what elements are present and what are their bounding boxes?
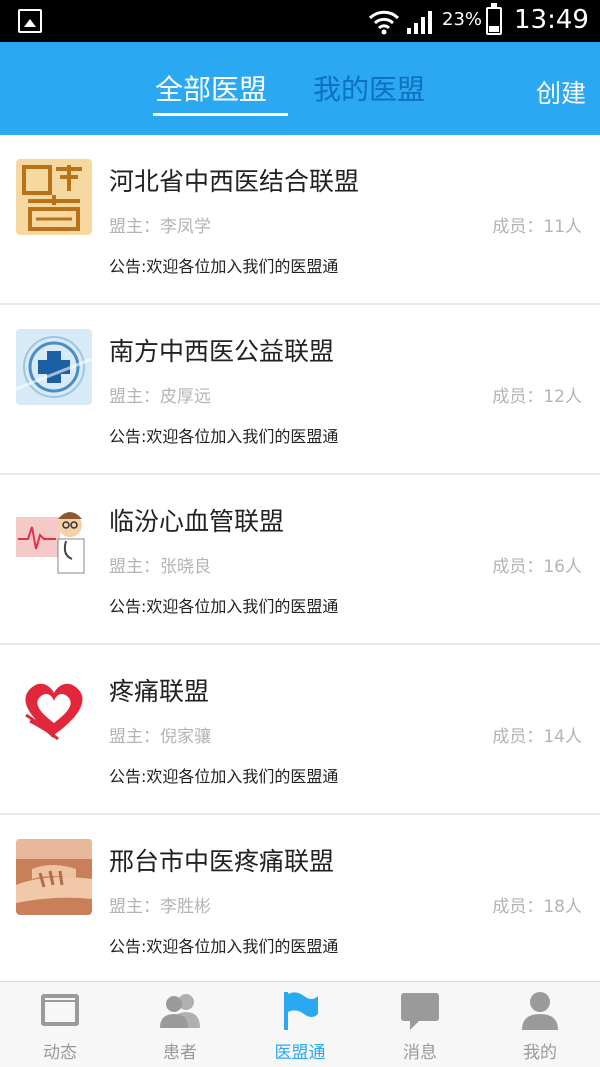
nav-label: 我的 [523, 1043, 557, 1063]
tab-my-alliances[interactable]: 我的医盟 [313, 68, 425, 108]
alliance-members: 成员：16人 [492, 557, 582, 577]
alliance-owner: 盟主：倪家骧 [109, 727, 211, 747]
alliance-notice: 公告:欢迎各位加入我们的医盟通 [109, 767, 339, 786]
nav-label: 患者 [163, 1043, 197, 1063]
list-item[interactable]: 疼痛联盟 盟主：倪家骧 成员：14人 公告:欢迎各位加入我们的医盟通 [0, 645, 600, 815]
clock: 13:49 [514, 5, 589, 35]
alliance-notice: 公告:欢迎各位加入我们的医盟通 [109, 257, 339, 276]
alliance-members: 成员：12人 [492, 387, 582, 407]
status-bar: 23% 13:49 [0, 0, 600, 42]
list-item[interactable]: 邢台市中医疼痛联盟 盟主：李胜彬 成员：18人 公告:欢迎各位加入我们的医盟通 [0, 815, 600, 985]
alliance-notice: 公告:欢迎各位加入我们的医盟通 [109, 597, 339, 616]
alliance-name: 河北省中西医结合联盟 [109, 167, 360, 196]
nav-item-feed[interactable]: 动态 [0, 982, 120, 1067]
nav-item-alliance[interactable]: 医盟通 [240, 982, 360, 1067]
alliance-owner: 盟主：李胜彬 [109, 897, 211, 917]
tab-all-alliances[interactable]: 全部医盟 [155, 68, 267, 108]
battery-icon [486, 3, 502, 35]
alliance-notice: 公告:欢迎各位加入我们的医盟通 [109, 427, 339, 446]
alliance-list: 河北省中西医结合联盟 盟主：李凤学 成员：11人 公告:欢迎各位加入我们的医盟通… [0, 135, 600, 985]
flag-icon [284, 992, 318, 1030]
signal-icon [407, 11, 432, 34]
alliance-name: 临汾心血管联盟 [109, 507, 285, 536]
nav-item-patients[interactable]: 患者 [120, 982, 240, 1067]
pulse-diagnosis-icon [16, 839, 92, 915]
list-item[interactable]: 临汾心血管联盟 盟主：张晓良 成员：16人 公告:欢迎各位加入我们的医盟通 [0, 475, 600, 645]
profile-icon [522, 992, 558, 1030]
alliance-owner: 盟主：张晓良 [109, 557, 211, 577]
gallery-notification-icon [18, 9, 42, 33]
heart-hands-icon [16, 669, 92, 745]
message-icon [401, 993, 439, 1030]
wifi-icon [368, 10, 400, 35]
nav-label: 医盟通 [274, 1043, 326, 1063]
bottom-nav: 动态 患者 医盟通 消息 我的 [0, 981, 600, 1067]
list-item[interactable]: 河北省中西医结合联盟 盟主：李凤学 成员：11人 公告:欢迎各位加入我们的医盟通 [0, 135, 600, 305]
list-item[interactable]: 南方中西医公益联盟 盟主：皮厚远 成员：12人 公告:欢迎各位加入我们的医盟通 [0, 305, 600, 475]
alliance-members: 成员：11人 [492, 217, 582, 237]
alliance-name: 邢台市中医疼痛联盟 [109, 847, 335, 876]
nav-label: 消息 [403, 1043, 437, 1063]
alliance-owner: 盟主：李凤学 [109, 217, 211, 237]
patients-icon [160, 994, 200, 1028]
alliance-name: 南方中西医公益联盟 [109, 337, 335, 366]
nav-label: 动态 [43, 1043, 77, 1063]
create-button[interactable]: 创建 [536, 74, 586, 110]
alliance-owner: 盟主：皮厚远 [109, 387, 211, 407]
header: 全部医盟 我的医盟 创建 [0, 42, 600, 135]
doctor-cardio-icon [16, 499, 92, 575]
battery-percent: 23% [442, 9, 483, 30]
alliance-name: 疼痛联盟 [109, 677, 210, 706]
nav-item-messages[interactable]: 消息 [360, 982, 480, 1067]
medicine-character-icon [16, 159, 92, 235]
medical-cross-icon [16, 329, 92, 405]
alliance-members: 成员：14人 [492, 727, 582, 747]
feed-icon [41, 994, 79, 1026]
alliance-notice: 公告:欢迎各位加入我们的医盟通 [109, 937, 339, 956]
nav-item-profile[interactable]: 我的 [480, 982, 600, 1067]
active-tab-indicator [153, 113, 288, 116]
alliance-members: 成员：18人 [492, 897, 582, 917]
